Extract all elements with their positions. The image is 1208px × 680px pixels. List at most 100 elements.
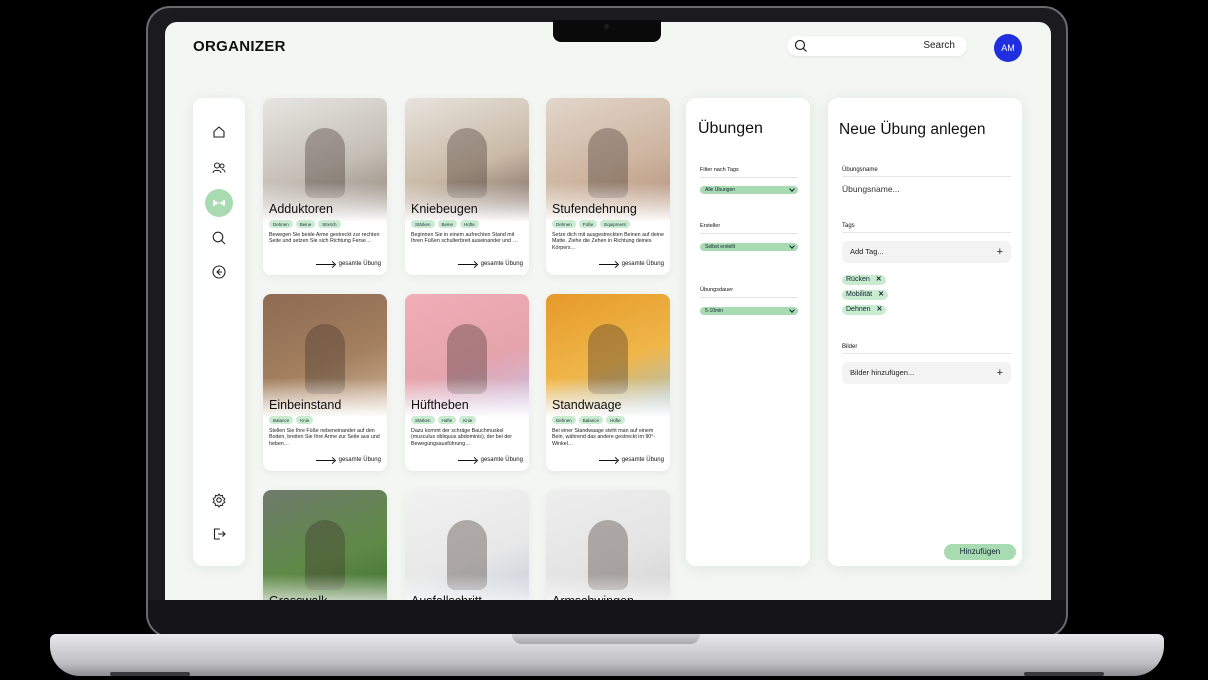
- tag-chip[interactable]: Mobilität ✕: [842, 290, 888, 300]
- tag-badge: Stärken: [411, 220, 435, 228]
- new-exercise-title: Neue Übung anlegen: [839, 121, 986, 138]
- add-images-placeholder: Bilder hinzufügen...: [850, 368, 915, 377]
- laptop-base: [50, 634, 1164, 676]
- link-label: gesamte Übung: [621, 261, 664, 267]
- exercise-image: [405, 490, 529, 600]
- exercise-card[interactable]: Adduktoren Dehnen Beine Stretch Bewegen Sie …: [263, 98, 387, 275]
- close-icon[interactable]: ✕: [877, 305, 883, 315]
- tag-badge: Balance: [578, 416, 604, 424]
- tag-label: Dehnen: [846, 306, 871, 313]
- exercise-card[interactable]: Standwaage Dehnen Balance Hüfte Bei einer St…: [546, 294, 670, 471]
- screen: ORGANIZER Search AM AdduktorenDehnenBe: [165, 22, 1051, 600]
- back-icon[interactable]: [209, 262, 229, 282]
- close-icon[interactable]: ✕: [876, 275, 882, 285]
- exercise-card[interactable]: Einbeinstand Balance Knie Stellen Sie Ihre …: [263, 294, 387, 471]
- exercise-title: Standwaage: [552, 398, 622, 412]
- logout-icon[interactable]: [209, 524, 229, 544]
- new-exercise-panel: Neue Übung anlegen Übungsname Übungsname…: [828, 98, 1022, 566]
- laptop-bezel: [148, 600, 1066, 636]
- tag-list: Stärken Hüfte Knie: [411, 416, 477, 424]
- person-figure: [305, 128, 345, 198]
- tag-badge: Knie: [296, 416, 314, 424]
- tag-badge: Stärken: [411, 416, 435, 424]
- exercise-card[interactable]: Kniebeugen Stärken Beine Hüfte Beginnen Sie …: [405, 98, 529, 275]
- divider: [700, 233, 798, 234]
- chevron-down-icon: [789, 186, 795, 192]
- exercise-title: Stufendehnung: [552, 202, 637, 216]
- divider: [842, 176, 1011, 177]
- full-exercise-link[interactable]: gesamte Übung: [315, 261, 381, 267]
- creator-label: Ersteller: [700, 223, 721, 229]
- exercise-description: Stellen Sie Ihre Füße nebeneinander auf …: [269, 428, 380, 447]
- arrow-right-icon: [457, 263, 476, 265]
- tag-list: Dehnen Balance Hüfte: [552, 416, 625, 424]
- tag-badge: Dehnen: [269, 220, 293, 228]
- select-value: 5-10min: [705, 308, 724, 314]
- exercise-icon[interactable]: [205, 189, 233, 217]
- tag-badge: Dehnen: [552, 220, 576, 228]
- full-exercise-link[interactable]: gesamte Übung: [457, 261, 523, 267]
- exercise-card[interactable]: Hüftheben Stärken Hüfte Knie Dazu kommt der …: [405, 294, 529, 471]
- link-label: gesamte Übung: [338, 457, 381, 463]
- plus-icon[interactable]: +: [997, 362, 1003, 384]
- arrow-right-icon: [315, 263, 334, 265]
- exercise-card[interactable]: Stufendehnung Dehnen Füße Equipment Setze di…: [546, 98, 670, 275]
- avatar[interactable]: AM: [994, 34, 1022, 62]
- sidebar: [193, 98, 245, 566]
- person-figure: [588, 128, 628, 198]
- exercise-title: Einbeinstand: [269, 398, 342, 412]
- plus-icon[interactable]: +: [997, 241, 1003, 263]
- tag-chip[interactable]: Dehnen ✕: [842, 305, 887, 315]
- full-exercise-link[interactable]: gesamte Übung: [315, 457, 381, 463]
- divider: [842, 232, 1011, 233]
- exercise-description: Bewegen Sie beide Arme gestreckt zur rec…: [269, 232, 380, 245]
- tag-chip[interactable]: Rücken ✕: [842, 275, 886, 285]
- exercise-card[interactable]: Grasswalk: [263, 490, 387, 600]
- name-label: Übungsname: [842, 167, 878, 173]
- filter-label: Filter nach Tags: [700, 167, 739, 173]
- exercise-title: Kniebeugen: [411, 202, 478, 216]
- exercise-description: Bei einer Standwaage steht man auf einem…: [552, 428, 656, 447]
- divider: [842, 353, 1011, 354]
- search-label: Search: [923, 40, 955, 51]
- full-exercise-link[interactable]: gesamte Übung: [598, 457, 664, 463]
- exercise-card[interactable]: Ausfallschritt: [405, 490, 529, 600]
- creator-filter-select[interactable]: Selbst erstellt: [700, 243, 798, 251]
- tag-list: Balance Knie: [269, 416, 314, 424]
- duration-filter-select[interactable]: 5-10min: [700, 307, 798, 315]
- camera-icon: [604, 24, 609, 29]
- add-tag-placeholder: Add Tag...: [850, 247, 884, 256]
- exercise-card[interactable]: Armschwingen: [546, 490, 670, 600]
- add-images-input[interactable]: Bilder hinzufügen... +: [842, 362, 1011, 384]
- laptop-groove: [512, 634, 700, 644]
- search-icon[interactable]: [209, 228, 229, 248]
- chevron-down-icon: [789, 307, 795, 313]
- tag-badge: Hüfte: [460, 220, 479, 228]
- add-tag-input[interactable]: Add Tag... +: [842, 241, 1011, 263]
- submit-button[interactable]: Hinzufügen: [944, 544, 1016, 560]
- close-icon[interactable]: ✕: [878, 290, 884, 300]
- exercise-description: Setze dich mit ausgestreckten Beinen auf…: [552, 232, 664, 251]
- images-label: Bilder: [842, 344, 858, 350]
- tag-badge: Knie: [459, 416, 477, 424]
- full-exercise-link[interactable]: gesamte Übung: [598, 261, 664, 267]
- person-figure: [305, 324, 345, 394]
- link-label: gesamte Übung: [480, 457, 523, 463]
- home-icon[interactable]: [209, 122, 229, 142]
- name-input[interactable]: Übungsname...: [842, 184, 900, 194]
- chevron-down-icon: [789, 243, 795, 249]
- settings-icon[interactable]: [209, 490, 229, 510]
- tag-badge: Equipment: [600, 220, 630, 228]
- exercise-title: Ausfallschritt: [411, 594, 482, 600]
- tag-badge: Beine: [295, 220, 316, 228]
- users-icon[interactable]: [209, 158, 229, 178]
- tags-filter-select[interactable]: Alle Übungen: [700, 186, 798, 194]
- exercise-image: [546, 490, 670, 600]
- full-exercise-link[interactable]: gesamte Übung: [457, 457, 523, 463]
- search-input[interactable]: Search: [787, 36, 967, 56]
- exercise-description: Beginnen Sie in einem aufrechten Stand m…: [411, 232, 518, 245]
- exercise-description: Dazu kommt der schräge Bauchmuskel (musc…: [411, 428, 512, 447]
- link-label: gesamte Übung: [621, 457, 664, 463]
- exercise-title: Hüftheben: [411, 398, 469, 412]
- tag-badge: Balance: [269, 416, 294, 424]
